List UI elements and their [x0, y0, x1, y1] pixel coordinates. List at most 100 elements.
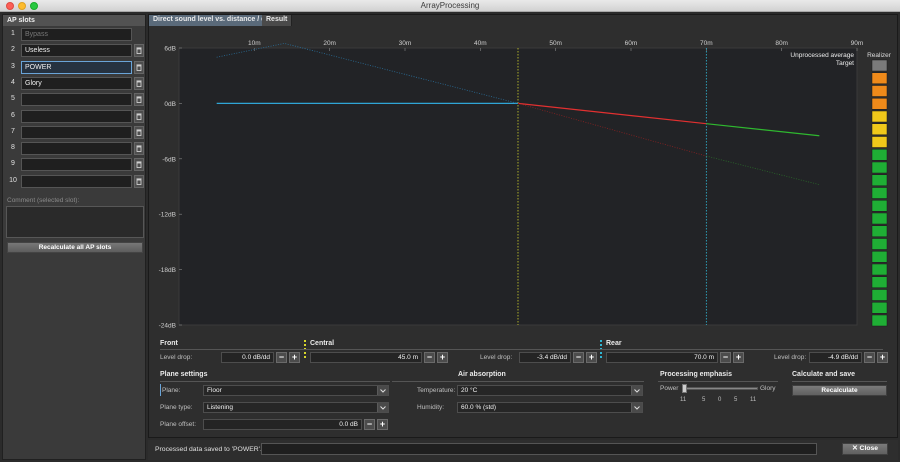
slot-name-field[interactable] — [21, 109, 132, 123]
slot-number: 1 — [11, 30, 15, 37]
slot-row[interactable]: 4 Glory — [6, 76, 144, 90]
front-level-drop-minus[interactable]: − — [276, 352, 287, 363]
slot-row[interactable]: 9 — [6, 158, 144, 172]
realizer-label: Realizer — [867, 52, 892, 59]
central-level-drop-label: Level drop: — [480, 354, 513, 361]
emphasis-slider-track[interactable] — [682, 387, 758, 390]
plane-select[interactable]: Floor — [203, 385, 389, 396]
rear-distance-minus[interactable]: − — [720, 352, 731, 363]
trash-icon[interactable] — [134, 125, 144, 139]
slot-row[interactable]: 2 Useless — [6, 44, 144, 58]
chevron-down-icon — [377, 403, 388, 412]
rear-distance-plus[interactable]: + — [733, 352, 744, 363]
slot-row[interactable]: 6 — [6, 109, 144, 123]
plane-label: Plane: — [162, 387, 181, 394]
x-tick-label: 30m — [399, 40, 412, 47]
slot-name-field[interactable] — [21, 142, 132, 156]
realizer-cell — [871, 238, 888, 250]
plane-select-value: Floor — [207, 387, 222, 394]
y-tick-label: -6dB — [162, 156, 176, 163]
front-level-drop-field[interactable]: 0.0 dB/dd — [221, 352, 274, 363]
slot-name-field[interactable]: Useless — [21, 44, 132, 58]
central-level-drop-minus[interactable]: − — [573, 352, 584, 363]
central-distance-minus[interactable]: − — [424, 352, 435, 363]
slot-row[interactable]: 3 POWER — [6, 60, 144, 74]
central-distance-plus[interactable]: + — [437, 352, 448, 363]
realizer-cell — [871, 263, 888, 276]
slot-number: 7 — [11, 127, 15, 135]
air-absorption-title: Air absorption — [458, 371, 506, 378]
realizer-cell — [871, 289, 888, 301]
x-tick-label: 50m — [549, 40, 562, 47]
calculate-save-title: Calculate and save — [792, 371, 856, 378]
x-tick-label: 70m — [700, 40, 713, 47]
slot-row[interactable]: 5 — [6, 93, 144, 107]
rear-level-drop-field[interactable]: -4.9 dB/dd — [809, 352, 862, 363]
realizer-cell — [871, 276, 888, 288]
slot-row[interactable]: 8 — [6, 142, 144, 156]
rear-level-drop-plus[interactable]: + — [877, 352, 888, 363]
slot-name-field[interactable] — [21, 158, 132, 172]
status-field — [261, 443, 817, 455]
slot-name-field[interactable] — [21, 174, 132, 188]
temperature-select[interactable]: 20 °C — [457, 385, 643, 396]
chevron-down-icon — [631, 386, 642, 395]
realizer-cell — [871, 161, 888, 174]
realizer-cell — [871, 85, 888, 97]
close-button[interactable]: ✕ Close — [842, 443, 888, 455]
front-level-drop-label: Level drop: — [160, 354, 193, 361]
humidity-select[interactable]: 60.0 % (std) — [457, 402, 643, 413]
plane-offset-plus[interactable]: + — [377, 419, 388, 430]
recalculate-button[interactable]: Recalculate — [792, 385, 887, 396]
realizer-cell — [871, 212, 888, 225]
processing-emphasis-title: Processing emphasis — [660, 371, 732, 378]
slot-name-field[interactable] — [21, 125, 132, 139]
central-distance-field[interactable]: 45.0 m — [310, 352, 422, 363]
plane-type-label: Plane type: — [160, 404, 193, 411]
emphasis-slider-thumb[interactable] — [682, 384, 687, 393]
main-panel: Direct sound level vs. distance / dB Res… — [148, 14, 898, 438]
trash-icon[interactable] — [134, 44, 144, 58]
trash-icon[interactable] — [134, 76, 144, 90]
tab-result[interactable]: Result — [262, 15, 293, 26]
trash-icon[interactable] — [134, 60, 144, 74]
slot-number: 3 — [11, 62, 15, 70]
trash-icon[interactable] — [134, 158, 144, 172]
tab-direct-sound[interactable]: Direct sound level vs. distance / dB — [149, 15, 276, 26]
status-text: Processed data saved to 'POWER'. — [155, 446, 262, 453]
slot-name-field[interactable]: Bypass — [21, 28, 132, 41]
front-level-drop-plus[interactable]: + — [289, 352, 300, 363]
trash-icon[interactable] — [134, 109, 144, 123]
slot-number: 4 — [11, 78, 15, 86]
realizer-cell — [871, 200, 888, 212]
slot-number: 9 — [11, 160, 15, 168]
recalculate-all-button[interactable]: Recalculate all AP slots — [7, 242, 143, 253]
x-tick-label: 10m — [248, 40, 261, 47]
trash-icon[interactable] — [134, 93, 144, 107]
slot-number: 2 — [11, 46, 15, 54]
slot-row[interactable]: 10 — [6, 174, 144, 188]
slot-name-field[interactable]: POWER — [21, 60, 132, 74]
legend-entry: Unprocessed average — [790, 52, 854, 59]
slot-number: 5 — [11, 95, 15, 103]
rear-level-drop-minus[interactable]: − — [864, 352, 875, 363]
slot-row[interactable]: 7 — [6, 125, 144, 139]
y-tick-label: -24dB — [159, 323, 176, 330]
realizer-cell — [871, 225, 888, 237]
central-level-drop-plus[interactable]: + — [586, 352, 597, 363]
slot-name-field[interactable] — [21, 93, 132, 107]
rear-distance-field[interactable]: 70.0 m — [606, 352, 718, 363]
humidity-value: 60.0 % (std) — [461, 404, 497, 411]
plane-offset-field[interactable]: 0.0 dB — [203, 419, 362, 430]
plane-type-select[interactable]: Listening — [203, 402, 389, 413]
slot-row[interactable]: 1 Bypass — [6, 28, 144, 41]
plane-offset-minus[interactable]: − — [364, 419, 375, 430]
central-level-drop-field[interactable]: -3.4 dB/dd — [519, 352, 571, 363]
slot-name-field[interactable]: Glory — [21, 76, 132, 90]
trash-icon[interactable] — [134, 174, 144, 188]
comment-textarea[interactable] — [6, 206, 144, 238]
plane-settings-divider — [160, 381, 390, 382]
y-tick-label: 0dB — [164, 101, 176, 108]
trash-icon[interactable] — [134, 142, 144, 156]
chevron-down-icon — [377, 386, 388, 395]
